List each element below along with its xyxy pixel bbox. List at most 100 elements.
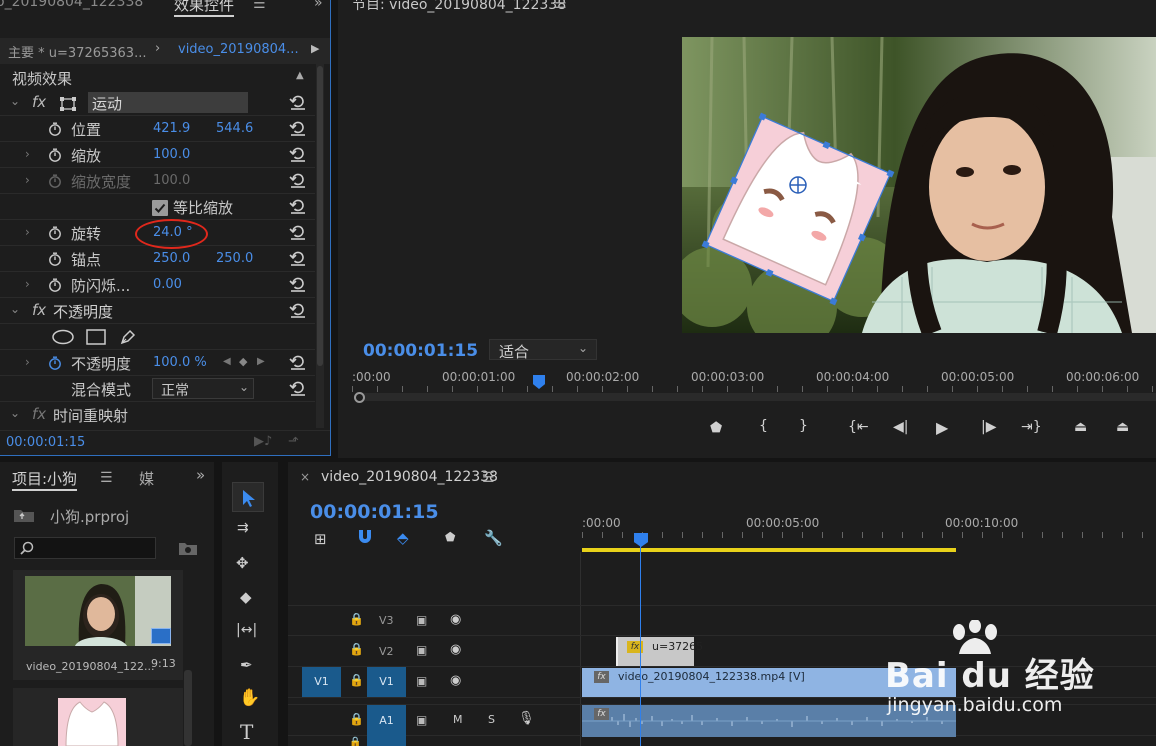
reset-icon[interactable] (289, 302, 307, 318)
linked-selection-icon[interactable]: ⬘ (397, 529, 409, 547)
sync-lock-icon[interactable]: ▣ (416, 613, 427, 627)
reset-icon[interactable] (289, 172, 307, 188)
chevron-right-icon[interactable]: › (25, 225, 30, 239)
expand-panels-icon[interactable]: » (314, 0, 323, 11)
sync-lock-icon[interactable]: ▣ (416, 713, 427, 727)
lock-icon[interactable]: 🔒 (349, 673, 364, 687)
clip-v1-video[interactable]: fx video_20190804_122338.mp4 [V] (582, 668, 956, 697)
chevron-down-icon[interactable]: ⌄ (10, 94, 20, 108)
go-to-in-icon[interactable]: {⇤ (848, 419, 869, 435)
eye-icon[interactable]: ◉ (450, 642, 461, 657)
fit-select[interactable]: 适合 ⌄ (489, 339, 597, 361)
type-tool[interactable]: T (240, 720, 253, 744)
video-preview[interactable] (682, 37, 1156, 333)
project-item[interactable] (13, 688, 183, 746)
stopwatch-icon[interactable] (48, 226, 62, 240)
snap-magnet-icon[interactable] (357, 528, 373, 544)
sync-lock-icon[interactable]: ▣ (416, 674, 427, 688)
step-back-icon[interactable]: ◀| (893, 419, 908, 435)
mute-button[interactable]: M (453, 713, 463, 726)
chevron-right-icon[interactable]: › (25, 355, 30, 369)
play-icon[interactable]: ▶ (936, 418, 948, 437)
new-bin-icon[interactable] (178, 541, 198, 556)
step-forward-icon[interactable]: |▶ (981, 419, 996, 435)
effect-motion[interactable]: ⌄ fx 运动 (0, 90, 315, 116)
effect-controls-timecode[interactable]: 00:00:01:15 (6, 435, 85, 450)
eye-icon[interactable]: ◉ (450, 612, 461, 627)
chevron-right-icon[interactable]: › (25, 147, 30, 161)
scroll-handle[interactable] (354, 392, 365, 403)
reset-icon[interactable] (289, 146, 307, 162)
master-clip-tab[interactable]: 主要 * u=37265363... (8, 42, 146, 61)
eye-icon[interactable]: ◉ (450, 673, 461, 688)
blend-mode-select[interactable]: 正常 ⌄ (152, 378, 254, 399)
source-patch-v1[interactable]: V1 (302, 667, 341, 697)
reset-icon[interactable] (289, 354, 307, 370)
mark-out-icon[interactable]: } (799, 418, 808, 434)
folder-up-icon[interactable] (13, 507, 35, 523)
ripple-edit-tool[interactable]: ✥ (236, 554, 249, 572)
track-label[interactable]: V3 (379, 614, 394, 627)
clip-a1-audio[interactable]: fx (582, 705, 956, 737)
chevron-down-icon[interactable]: ⌄ (10, 406, 20, 420)
ellipse-mask-icon[interactable] (52, 329, 74, 345)
microphone-icon[interactable]: 🎙 (518, 711, 535, 726)
slip-tool[interactable]: |↔| (236, 622, 257, 638)
lock-icon[interactable]: 🔒 (349, 612, 364, 626)
razor-tool[interactable]: ◆ (240, 588, 252, 606)
project-search[interactable] (14, 537, 156, 559)
export-icon[interactable]: ⬏ (288, 434, 299, 449)
sequence-clip-tab[interactable]: video_20190804... (178, 42, 299, 57)
next-keyframe-icon[interactable]: ▶ (257, 356, 265, 367)
program-timecode[interactable]: 00:00:01:15 (363, 341, 478, 361)
clip-v2-sticker[interactable]: fx u=37265 (616, 637, 703, 666)
position-y-value[interactable]: 544.6 (216, 121, 253, 136)
monitor-scroll-track[interactable] (356, 393, 1156, 401)
scale-value[interactable]: 100.0 (153, 147, 190, 162)
prev-keyframe-icon[interactable]: ◀ (223, 356, 231, 367)
track-target-v1[interactable]: V1 (367, 667, 406, 697)
panel-menu-icon[interactable]: ☰ (253, 0, 266, 12)
nest-icon[interactable]: ⊞ (314, 530, 327, 548)
timeline-timecode[interactable]: 00:00:01:15 (310, 501, 439, 523)
position-x-value[interactable]: 421.9 (153, 121, 190, 136)
sync-lock-icon[interactable]: ▣ (416, 643, 427, 657)
search-input[interactable] (39, 540, 151, 556)
stopwatch-icon[interactable] (48, 148, 62, 162)
pen-mask-icon[interactable] (119, 328, 137, 346)
expand-panels-icon[interactable]: » (196, 466, 205, 484)
sequence-tab[interactable]: video_20190804_122338 (321, 469, 498, 485)
reset-icon[interactable] (289, 120, 307, 136)
work-area-bar[interactable] (582, 548, 956, 552)
panel-menu-icon[interactable]: ☰ (100, 470, 113, 486)
track-target-a1[interactable]: A1 (367, 705, 406, 737)
reset-icon[interactable] (289, 250, 307, 266)
reset-icon[interactable] (289, 198, 307, 214)
rectangle-mask-icon[interactable] (86, 329, 106, 345)
anti-flicker-value[interactable]: 0.00 (153, 277, 182, 292)
solo-button[interactable]: S (488, 713, 495, 726)
stopwatch-icon[interactable] (48, 122, 62, 136)
track-select-tool[interactable]: ⇉ (237, 520, 249, 536)
collapse-up-icon[interactable]: ▲ (296, 70, 304, 81)
tab-effect-controls[interactable]: 效果控件 (174, 0, 235, 17)
transform-box-icon[interactable] (59, 96, 77, 112)
effect-time-remap[interactable]: ⌄ fx 时间重映射 (0, 402, 315, 428)
lock-icon[interactable]: 🔒 (349, 642, 364, 656)
scrollbar[interactable] (316, 64, 324, 428)
monitor-time-ruler[interactable]: :00:00 00:00:01:00 00:00:02:00 00:00:03:… (352, 366, 1156, 406)
lock-icon[interactable]: 🔒 (349, 712, 364, 726)
stopwatch-active-icon[interactable] (48, 356, 62, 370)
project-item[interactable]: video_20190804_122... 9:13 (13, 570, 183, 680)
timeline-ruler[interactable]: :00:00 00:00:05:00 00:00:10:00 (582, 514, 1156, 552)
add-marker-icon[interactable]: ⬟ (445, 530, 455, 544)
lift-icon[interactable]: ⏏ (1074, 419, 1087, 435)
panel-menu-icon[interactable]: ☰ (482, 470, 495, 486)
hand-tool[interactable]: ✋ (239, 688, 260, 708)
tab-media-browser[interactable]: 媒体 (139, 470, 154, 488)
play-audio-icon[interactable]: ▶♪ (254, 434, 272, 449)
stopwatch-icon[interactable] (48, 252, 62, 266)
project-scrollbar[interactable] (184, 670, 192, 746)
wrench-icon[interactable]: 🔧 (484, 529, 503, 547)
fx-badge[interactable]: fx (32, 301, 46, 319)
